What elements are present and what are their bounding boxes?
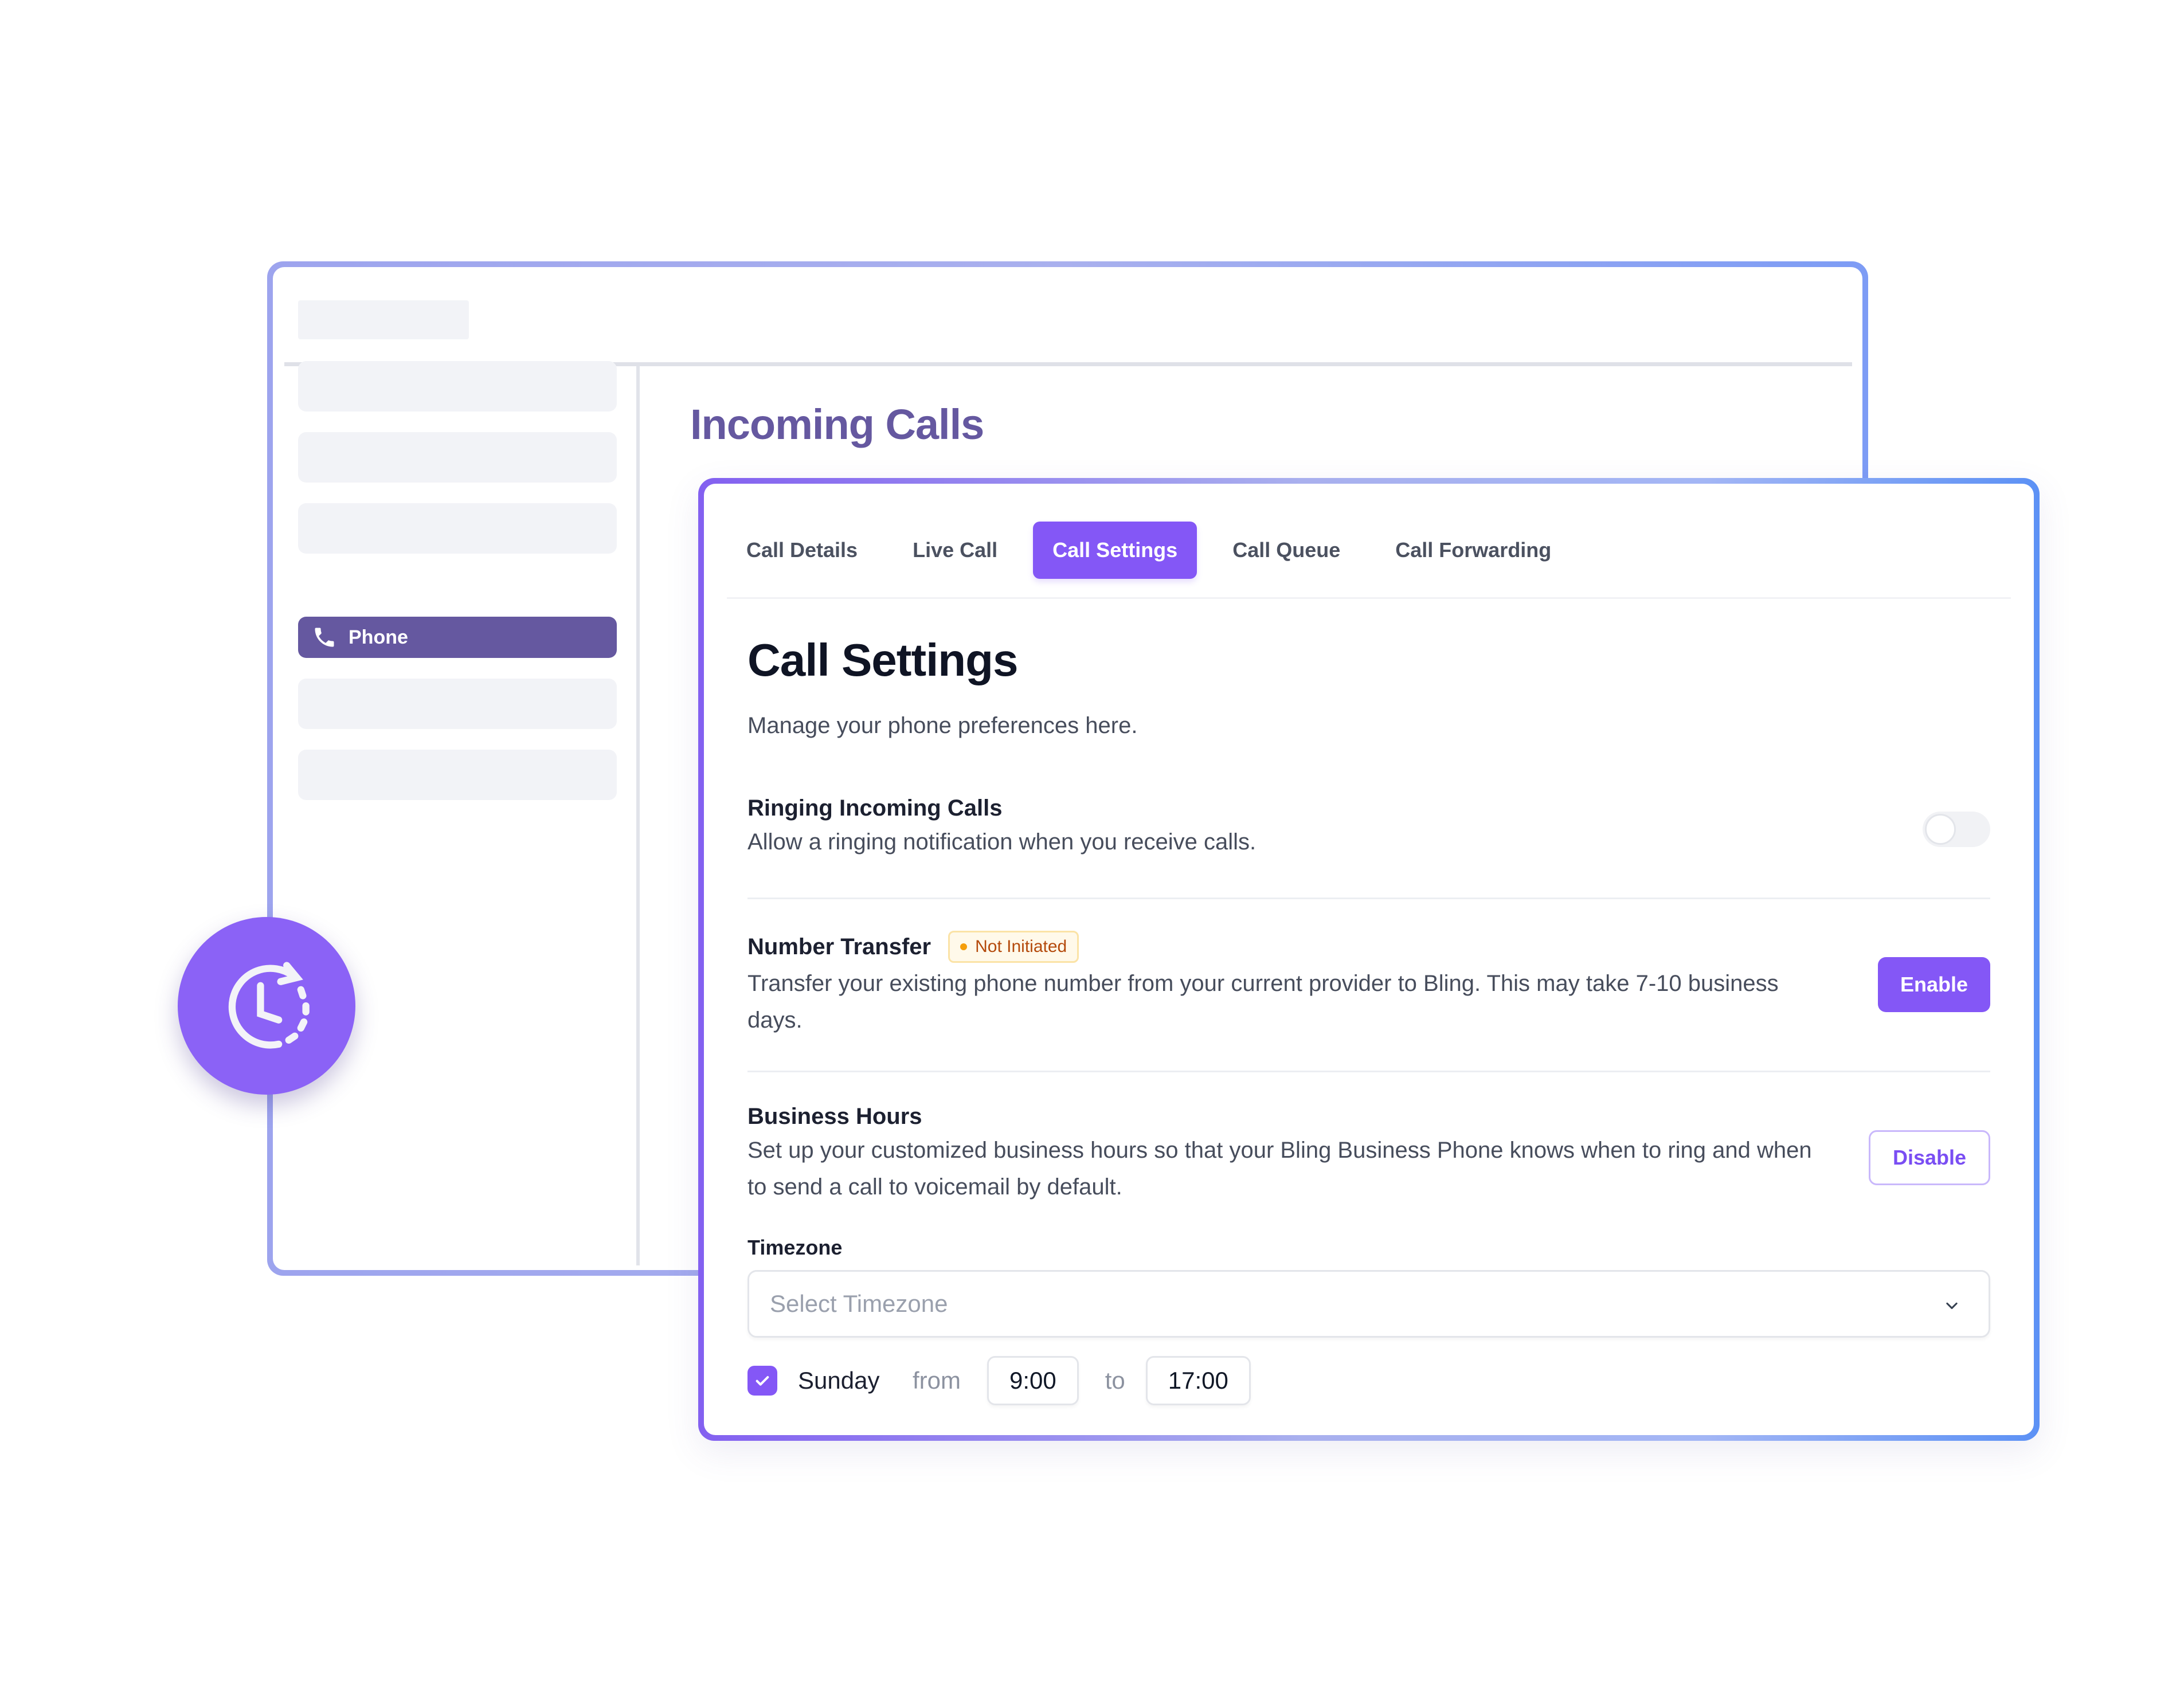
timezone-label: Timezone <box>747 1236 843 1259</box>
timezone-select[interactable]: Select Timezone <box>747 1270 1990 1338</box>
toggle-knob <box>1925 814 1956 845</box>
sidebar-item-placeholder[interactable] <box>298 750 617 800</box>
to-time-input[interactable]: 17:00 <box>1145 1356 1251 1405</box>
setting-title-row: Number Transfer Not Initiated <box>747 931 1990 963</box>
chevron-down-icon <box>1946 1302 1958 1310</box>
setting-title: Number Transfer <box>747 934 931 959</box>
tab-live-call[interactable]: Live Call <box>893 522 1017 579</box>
sidebar-item-placeholder[interactable] <box>298 679 617 729</box>
sidebar-item-phone[interactable]: Phone <box>298 617 617 658</box>
from-time-input[interactable]: 9:00 <box>987 1356 1079 1405</box>
sidebar-item-placeholder[interactable] <box>298 361 617 412</box>
section-subtitle: Manage your phone preferences here. <box>747 713 1138 738</box>
tab-bar: Call Details Live Call Call Settings Cal… <box>727 522 1587 579</box>
check-icon <box>756 1376 769 1386</box>
clock-rotate-icon <box>228 962 310 1049</box>
sidebar-item-label: Phone <box>349 626 408 648</box>
setting-description: Allow a ringing notification when you re… <box>747 829 1257 855</box>
ringing-toggle[interactable] <box>1923 812 1990 847</box>
business-hours-badge <box>178 917 355 1095</box>
setting-business-hours: Business Hours Set up your customized bu… <box>747 1104 1990 1205</box>
page-title: Incoming Calls <box>690 401 984 448</box>
sidebar-item-placeholder[interactable] <box>298 432 617 483</box>
tab-call-forwarding[interactable]: Call Forwarding <box>1376 522 1571 579</box>
call-settings-card: Call Details Live Call Call Settings Cal… <box>698 478 2040 1441</box>
from-label: from <box>913 1367 961 1394</box>
row-divider <box>747 898 1990 899</box>
tab-call-queue[interactable]: Call Queue <box>1213 522 1360 579</box>
setting-title: Business Hours <box>747 1104 922 1129</box>
section-title: Call Settings <box>747 634 1019 685</box>
status-text: Not Initiated <box>975 937 1067 956</box>
to-label: to <box>1105 1367 1125 1394</box>
sidebar-divider <box>636 366 640 1265</box>
timezone-placeholder: Select Timezone <box>770 1290 948 1317</box>
setting-ringing-incoming-calls: Ringing Incoming Calls Allow a ringing n… <box>747 795 1990 860</box>
status-badge: Not Initiated <box>948 931 1079 963</box>
setting-number-transfer: Number Transfer Not Initiated Transfer y… <box>747 931 1990 1038</box>
tab-call-details[interactable]: Call Details <box>727 522 877 579</box>
header-logo-placeholder <box>298 300 469 339</box>
status-dot-icon <box>960 943 968 950</box>
call-settings-card-body: Call Details Live Call Call Settings Cal… <box>704 484 2034 1435</box>
setting-description: Set up your customized business hours so… <box>747 1138 1812 1200</box>
day-label: Sunday <box>798 1367 880 1394</box>
enable-button[interactable]: Enable <box>1878 957 1990 1012</box>
tabs-divider <box>727 597 2011 599</box>
schedule-row-sunday: Sunday from 9:00 to 17:00 <box>747 1356 1251 1405</box>
setting-description: Transfer your existing phone number from… <box>747 971 1779 1033</box>
setting-title: Ringing Incoming Calls <box>747 795 1003 821</box>
row-divider <box>747 1071 1990 1072</box>
sunday-checkbox[interactable] <box>747 1366 777 1396</box>
phone-icon <box>315 628 334 647</box>
tab-call-settings[interactable]: Call Settings <box>1033 522 1197 579</box>
sidebar-item-placeholder[interactable] <box>298 503 617 554</box>
disable-button[interactable]: Disable <box>1869 1130 1990 1185</box>
